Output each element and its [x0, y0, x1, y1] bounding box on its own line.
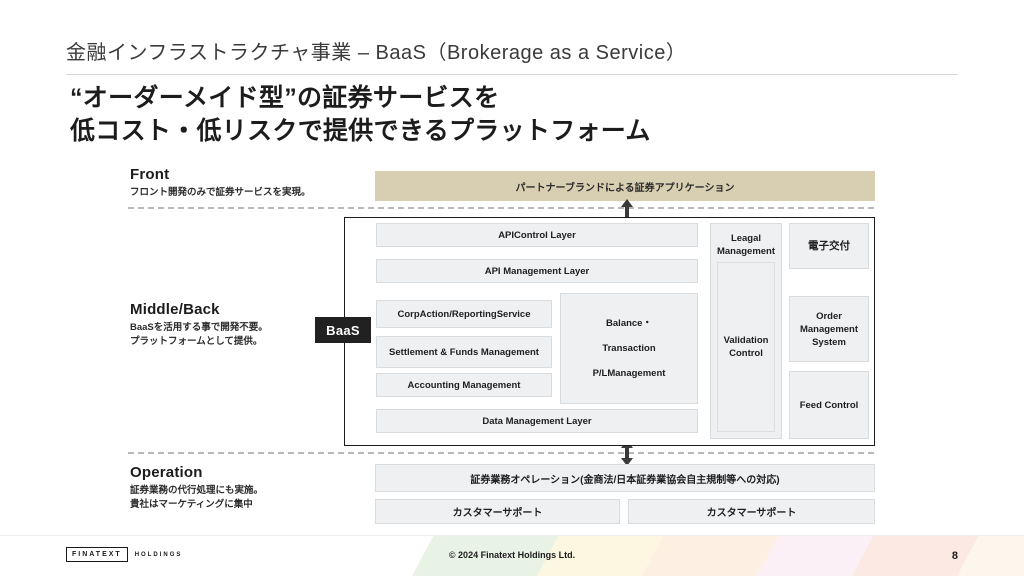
rail-middle-title: Middle/Back: [130, 301, 220, 318]
dashed-separator-operation: [128, 452, 874, 454]
card-corp-action-reporting-service: CorpAction/ReportingService: [376, 300, 552, 328]
balance-line-3: P/LManagement: [592, 368, 666, 379]
operation-bar: 証券業務オペレーション(金商法/日本証券業協会自主規制等への対応): [375, 464, 875, 492]
card-api-management-layer: API Management Layer: [376, 259, 698, 283]
balance-line-2: Transaction: [602, 343, 656, 354]
section-kicker: 金融インフラストラクチャ事業 – BaaS（Brokerage as a Ser…: [66, 42, 687, 64]
card-feed-control: Feed Control: [789, 371, 869, 439]
customer-support-bar-right: カスタマーサポート: [628, 499, 875, 524]
card-data-management-layer: Data Management Layer: [376, 409, 698, 433]
headline-line-1: “オーダーメイド型”の証券サービスを: [70, 84, 500, 112]
copyright-text: © 2024 Finatext Holdings Ltd.: [448, 550, 576, 560]
card-legal-management-label: Leagal Management: [716, 233, 776, 257]
card-api-control-layer: APIControl Layer: [376, 223, 698, 247]
card-settlement-funds-management: Settlement & Funds Management: [376, 336, 552, 368]
rail-front-title: Front: [130, 166, 170, 183]
header-divider: [66, 74, 958, 75]
customer-support-bar-left: カスタマーサポート: [375, 499, 620, 524]
rail-front-desc: フロント開発のみで証券サービスを実現。: [130, 187, 311, 198]
rail-operation-title: Operation: [130, 464, 203, 481]
rail-front: Front フロント開発のみで証券サービスを実現。: [130, 166, 360, 200]
rail-operation-desc-1: 証券業務の代行処理にも実施。: [130, 485, 264, 496]
card-denshi-koufu: 電子交付: [789, 223, 869, 269]
dashed-separator-front: [128, 207, 874, 209]
balance-line-1: Balance・: [606, 318, 652, 329]
headline-line-2: 低コスト・低リスクで提供できるプラットフォーム: [70, 117, 651, 145]
card-validation-control: Validation Control: [717, 262, 775, 432]
page-number: 8: [951, 550, 958, 562]
baas-tag: BaaS: [315, 317, 371, 343]
card-accounting-management: Accounting Management: [376, 373, 552, 397]
rail-operation-desc-2: 貴社はマーケティングに集中: [130, 499, 253, 510]
page-title: “オーダーメイド型”の証券サービスを 低コスト・低リスクで提供できるプラットフォ…: [70, 82, 651, 148]
rail-operation: Operation 証券業務の代行処理にも実施。 貴社はマーケティングに集中: [130, 464, 360, 512]
slide-header: 金融インフラストラクチャ事業 – BaaS（Brokerage as a Ser…: [66, 36, 958, 75]
card-order-management-system: Order Management System: [789, 296, 869, 362]
card-balance-transaction: Balance・ Transaction P/LManagement: [560, 293, 698, 404]
partner-application-bar: パートナーブランドによる証券アプリケーション: [375, 171, 875, 201]
